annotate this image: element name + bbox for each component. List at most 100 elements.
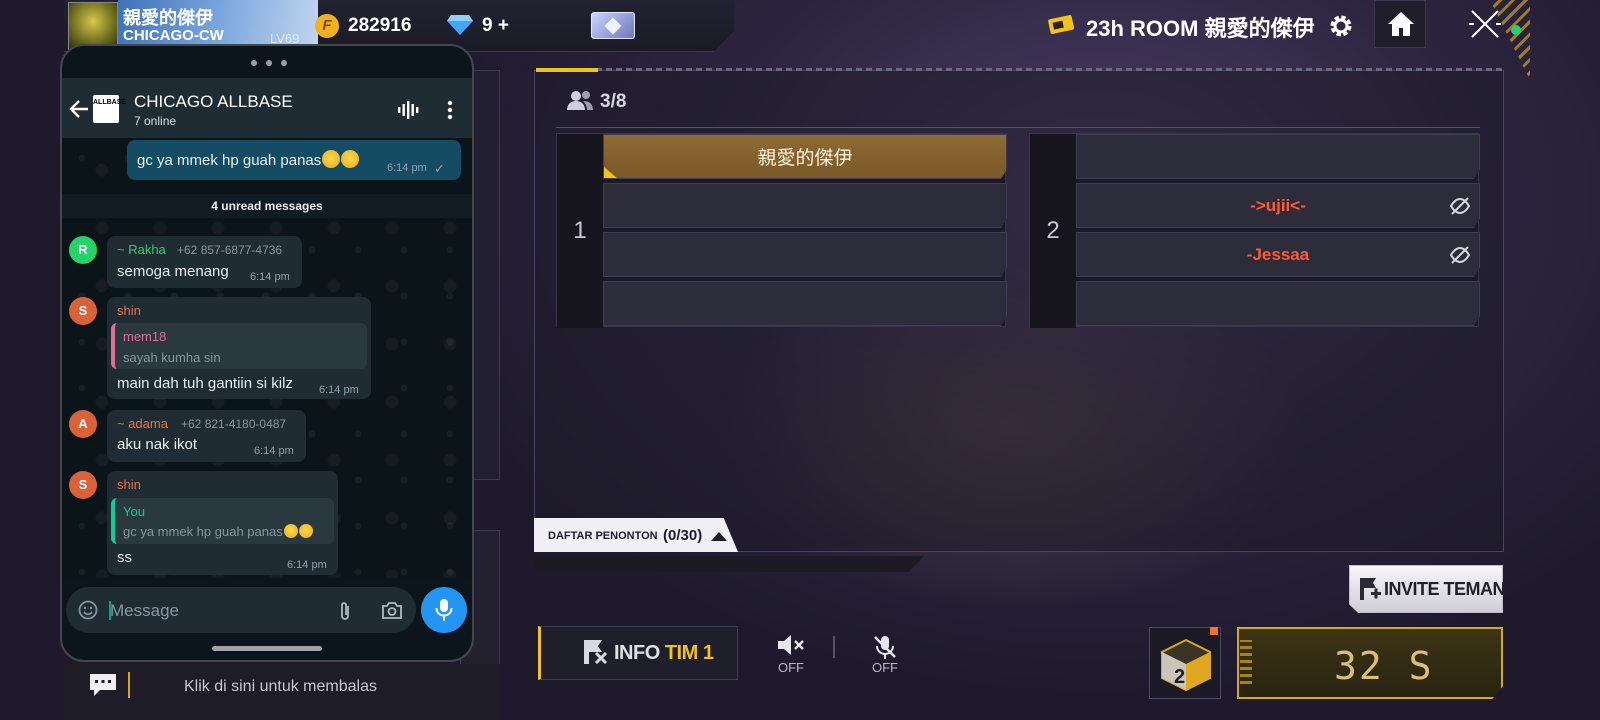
- avatar[interactable]: S: [69, 471, 97, 499]
- sender-phone: +62 821-4180-0487: [181, 417, 287, 431]
- team-slot[interactable]: -Jessaa: [1076, 232, 1480, 277]
- group-online-count: 7 online: [134, 114, 177, 128]
- team-flag-icon: [584, 640, 608, 665]
- coin-balance: 282916: [348, 15, 412, 36]
- team-slot[interactable]: [1076, 134, 1480, 179]
- message-placeholder[interactable]: Message: [110, 601, 179, 621]
- dice-button[interactable]: 2: [1149, 627, 1221, 699]
- svg-text:2: 2: [1174, 666, 1185, 688]
- reply-prompt: Klik di sini untuk membalas: [184, 678, 377, 695]
- gear-icon[interactable]: [1325, 10, 1357, 42]
- team-slot[interactable]: 親愛的傑伊: [603, 134, 1007, 179]
- room-panel-border: [536, 68, 1502, 71]
- diamond-icon: [447, 15, 473, 35]
- more-options-icon[interactable]: [445, 100, 455, 120]
- attach-icon[interactable]: [337, 600, 353, 622]
- player-name: ->ujii<-: [1250, 195, 1306, 215]
- sender-name[interactable]: shin: [117, 477, 141, 492]
- incoming-message[interactable]: ~ Rakha +62 857-6877-4736 semoga menang …: [107, 236, 302, 288]
- team-1-box: 1 親愛的傑伊: [556, 133, 1007, 328]
- diamond-balance[interactable]: 9 +: [482, 15, 509, 37]
- avatar[interactable]: S: [69, 297, 97, 325]
- outgoing-message[interactable]: gc ya mmek hp guah panas 6:14 pm ✓: [127, 140, 461, 180]
- message-time: 6:14 pm: [254, 445, 294, 457]
- spectator-label: DAFTAR PENONTON: [548, 530, 658, 542]
- countdown-timer: 32 S: [1334, 644, 1434, 688]
- speaker-muted-icon[interactable]: [774, 632, 806, 658]
- home-icon: [1388, 12, 1414, 36]
- team-slot[interactable]: [1076, 281, 1480, 326]
- group-name[interactable]: CHICAGO ALLBASE: [134, 92, 293, 112]
- team-slot[interactable]: [603, 232, 1007, 277]
- players-count: 3/8: [600, 91, 627, 112]
- timer-decoration: [1240, 640, 1252, 684]
- avatar[interactable]: R: [69, 236, 97, 264]
- window-handle-icon[interactable]: [249, 59, 289, 67]
- home-button[interactable]: [1374, 0, 1426, 48]
- unread-divider: 4 unread messages: [62, 194, 472, 218]
- mic-muted-icon[interactable]: [872, 634, 898, 660]
- notification-dot: [1210, 627, 1218, 635]
- team-label: TIM 1: [664, 642, 714, 664]
- incoming-message[interactable]: shin mem18 sayah kumha sin main dah tuh …: [107, 297, 371, 399]
- divider: [833, 636, 835, 658]
- room-title: 23h ROOM 親愛的傑伊: [1086, 16, 1315, 41]
- sender-name[interactable]: ~ Rakha: [117, 242, 166, 257]
- message-text: semoga menang: [117, 263, 229, 280]
- message-time: 6:14 pm: [387, 162, 427, 174]
- flag-plus-icon: [1360, 578, 1381, 600]
- avatar[interactable]: A: [69, 410, 97, 438]
- voice-chat-icon[interactable]: [397, 100, 419, 120]
- sticker-icon[interactable]: [78, 600, 98, 620]
- team-number: 2: [1030, 134, 1076, 328]
- voice-record-button[interactable]: [421, 587, 467, 633]
- player-avatar[interactable]: [68, 2, 118, 50]
- coin-icon: F: [315, 14, 339, 38]
- incoming-message[interactable]: ~ adama +62 821-4180-0487 aku nak ikot 6…: [107, 410, 306, 462]
- speaker-state: OFF: [778, 660, 804, 675]
- caret-up-icon[interactable]: [711, 532, 727, 541]
- quote-text: gc ya mmek hp guah panas: [123, 524, 313, 539]
- rolling-eyes-emoji-icon: [341, 150, 360, 168]
- rolling-eyes-emoji-icon: [298, 524, 313, 538]
- message-text: aku nak ikot: [117, 436, 198, 453]
- team-number: 1: [557, 134, 603, 328]
- rolling-eyes-emoji-icon: [283, 524, 298, 538]
- voice-muted-icon[interactable]: [1449, 196, 1471, 216]
- sender-name[interactable]: ~ adama: [117, 416, 168, 431]
- room-card-icon: [1048, 15, 1075, 34]
- quoted-message[interactable]: mem18 sayah kumha sin: [111, 323, 367, 369]
- sender-phone: +62 857-6877-4736: [177, 243, 283, 257]
- team-info-label: INFO TIM 1: [614, 642, 714, 665]
- player-clan: CHICAGO-CW: [123, 27, 224, 44]
- home-indicator[interactable]: [212, 646, 322, 651]
- team-2-box: 2 ->ujii<- -Jessaa: [1029, 133, 1480, 328]
- spectator-count: (0/30): [663, 527, 703, 544]
- message-text: gc ya mmek hp guah panas: [137, 150, 360, 169]
- message-time: 6:14 pm: [250, 271, 290, 283]
- team-slot[interactable]: [603, 183, 1007, 228]
- quote-author: mem18: [123, 329, 167, 344]
- player-name: -Jessaa: [1246, 244, 1310, 264]
- voice-muted-icon[interactable]: [1449, 245, 1471, 265]
- group-avatar[interactable]: ALLBASE: [93, 95, 126, 123]
- divider: [128, 672, 130, 698]
- back-arrow-icon[interactable]: [68, 98, 90, 120]
- connection-status-dot: [1511, 25, 1521, 35]
- incoming-message[interactable]: shin You gc ya mmek hp guah panas ss 6:1…: [107, 471, 338, 575]
- room-panel-accent: [536, 68, 598, 72]
- membership-card-icon[interactable]: [591, 12, 635, 39]
- sender-name[interactable]: shin: [117, 303, 141, 318]
- team-slot[interactable]: ->ujii<-: [1076, 183, 1480, 228]
- message-text: ss: [117, 549, 132, 566]
- camera-icon[interactable]: [381, 600, 403, 620]
- quote-text: sayah kumha sin: [123, 350, 221, 365]
- mic-state: OFF: [872, 660, 898, 675]
- team-slot[interactable]: [603, 281, 1007, 326]
- message-time: 6:14 pm: [319, 384, 359, 396]
- quoted-message[interactable]: You gc ya mmek hp guah panas: [111, 498, 334, 544]
- dice-icon: 2: [1161, 638, 1211, 692]
- message-text: main dah tuh gantiin si kilz: [117, 375, 293, 392]
- quote-author: You: [123, 504, 145, 519]
- panel-divider: [556, 127, 1480, 128]
